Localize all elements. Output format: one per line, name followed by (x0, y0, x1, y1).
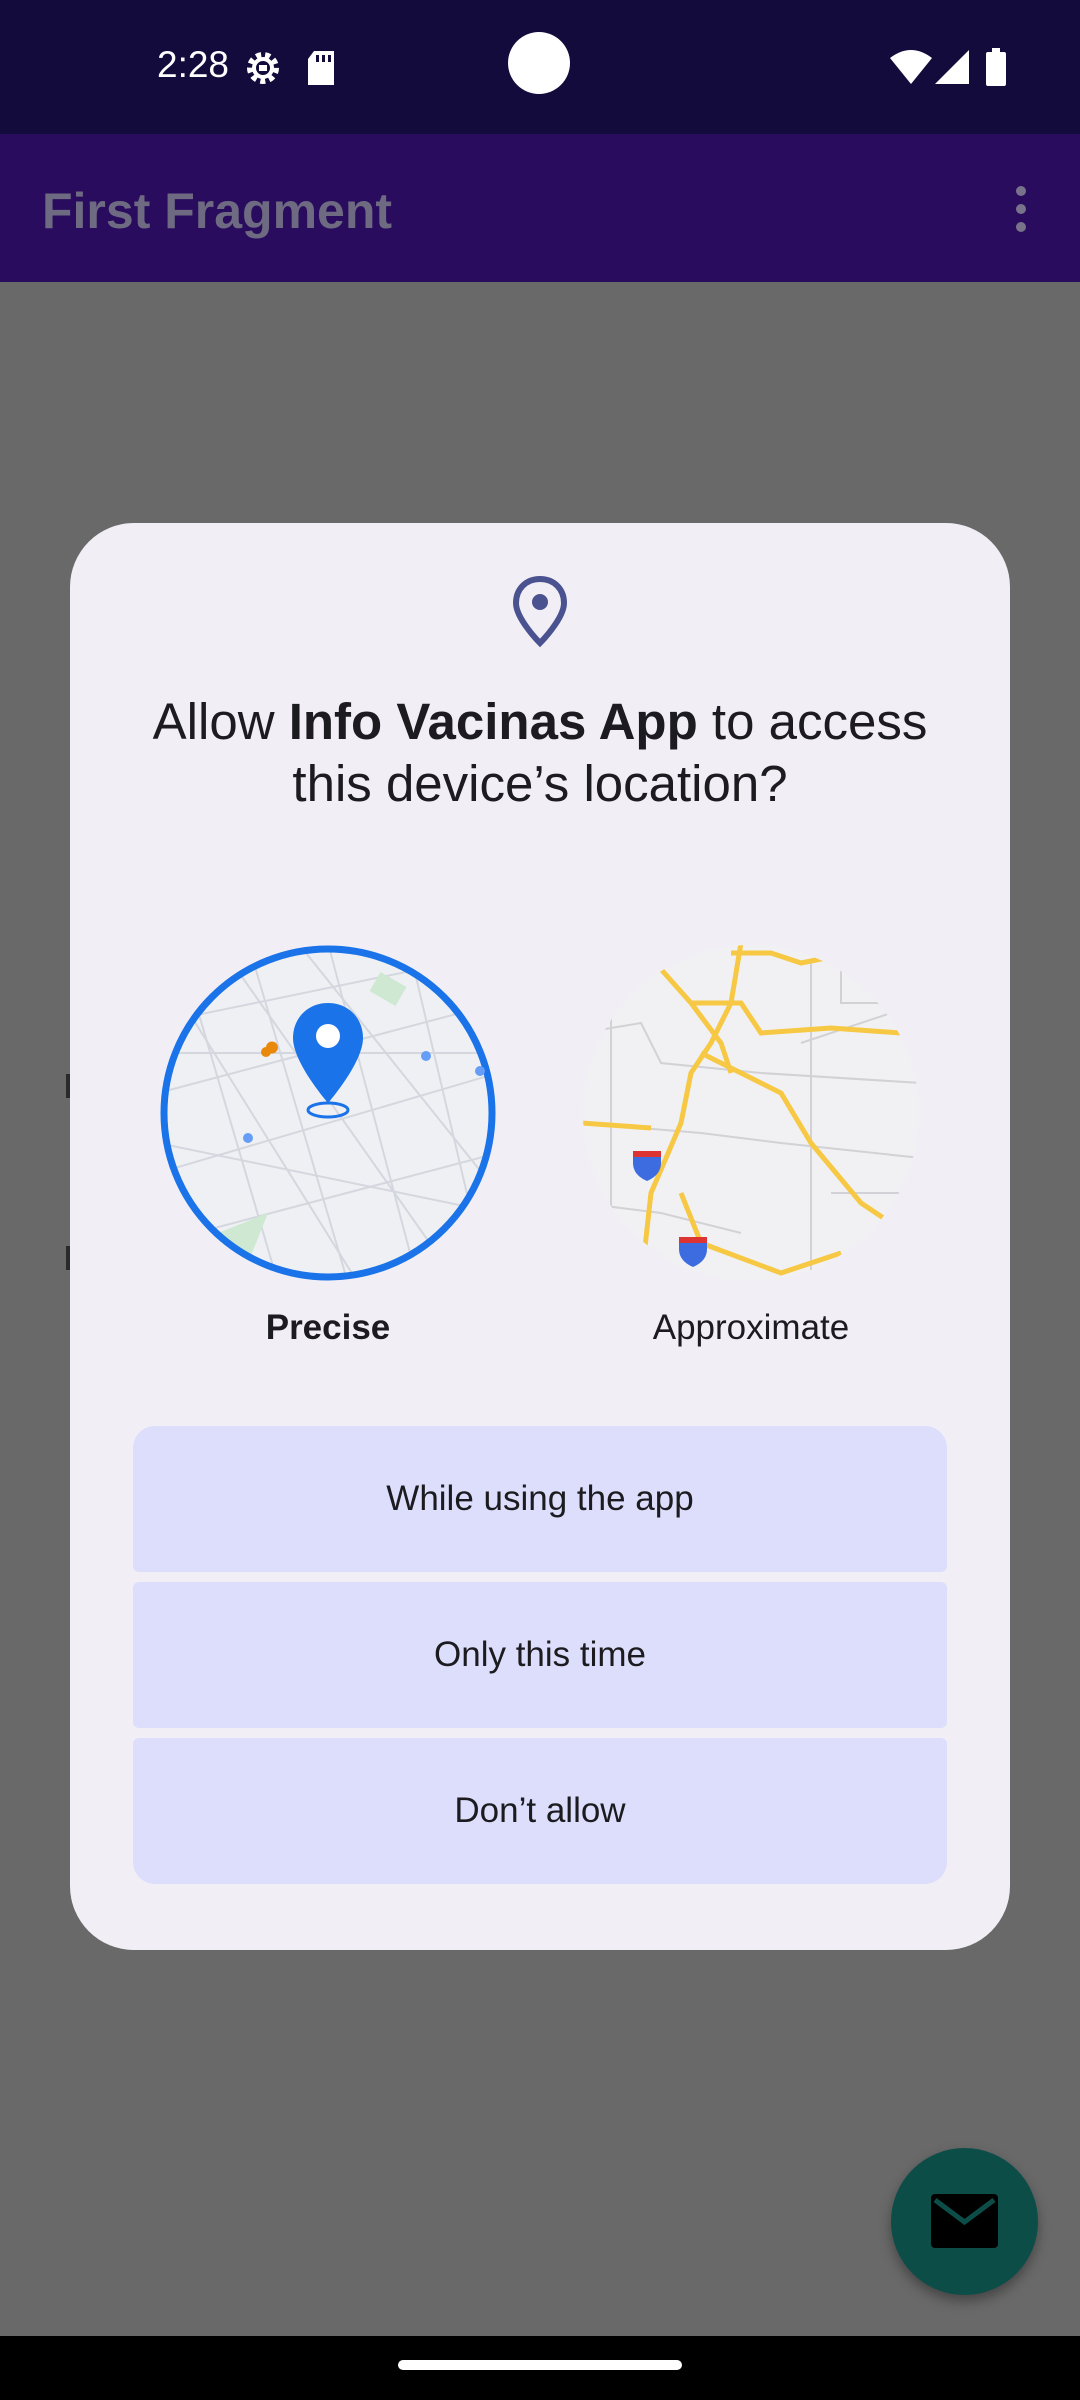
dialog-title: Allow Info Vacinas App to access this de… (152, 693, 928, 812)
app-name: Info Vacinas App (288, 693, 698, 750)
location-permission-dialog: Allow Info Vacinas App to access this de… (70, 523, 1010, 1950)
precise-map-illustration (160, 945, 496, 1281)
status-time: 2:28 (157, 44, 230, 85)
home-gesture-handle[interactable] (398, 2360, 682, 2370)
dont-allow-button[interactable]: Don’t allow (133, 1738, 947, 1884)
sd-card-icon (308, 51, 334, 85)
screen: 2:28 First Fragment Allow Info Vacinas A… (0, 0, 1080, 2400)
navigation-bar (0, 2336, 1080, 2400)
wifi-icon (890, 50, 932, 84)
email-fab-button[interactable] (891, 2148, 1038, 2295)
only-this-time-button[interactable]: Only this time (133, 1582, 947, 1728)
status-bar: 2:28 (0, 0, 1080, 134)
while-using-app-button[interactable]: While using the app (133, 1426, 947, 1572)
approximate-label: Approximate (652, 1308, 850, 1347)
email-icon (931, 2194, 998, 2248)
settings-gear-icon (247, 52, 279, 84)
location-pin-icon (512, 575, 568, 648)
approximate-map-illustration (583, 945, 919, 1281)
battery-icon (986, 48, 1006, 86)
app-title: First Fragment (42, 183, 393, 239)
precise-label: Precise (265, 1308, 391, 1347)
overflow-menu-icon[interactable] (1006, 184, 1036, 234)
app-bar: First Fragment (0, 134, 1080, 282)
cell-signal-icon (935, 50, 969, 84)
camera-cutout (508, 32, 570, 94)
